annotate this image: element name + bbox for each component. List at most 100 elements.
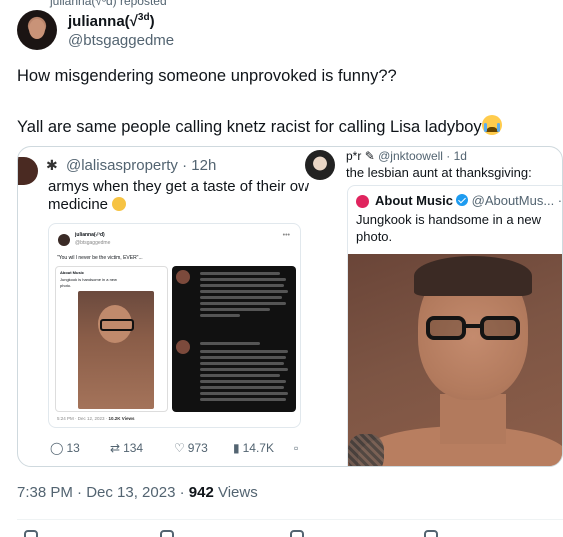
nested-dark-line xyxy=(200,308,270,311)
reply-icon[interactable] xyxy=(24,530,38,537)
nested-footer: 5:24 PM · Dec 12, 2023 · 10.2K Views xyxy=(57,416,134,421)
nested-dark-line xyxy=(200,290,288,293)
left-embed-text-line-2-content: medicine xyxy=(48,196,109,213)
nested-quoted-text-2: photo. xyxy=(60,283,72,288)
repost-icon: ⇄ xyxy=(110,441,121,455)
glasses-icon xyxy=(426,316,522,342)
quoted-author-name: About Music xyxy=(375,193,453,208)
photo-neck xyxy=(440,394,506,444)
repost-action: ⇄ 134 xyxy=(110,441,143,455)
divider xyxy=(17,519,563,520)
media-grid[interactable]: ✱ @lalisasproperty · 12h armys when they… xyxy=(17,146,563,467)
nested-dark-line xyxy=(200,386,284,389)
nested-footer-views: 10.2K Views xyxy=(108,416,135,421)
views-count: 14.7K xyxy=(242,441,274,455)
right-embed-handle: @jnktoowell · 1d xyxy=(378,149,467,163)
nested-quoted-title: About Music xyxy=(60,270,84,275)
tweet-metadata: 7:38 PM · Dec 13, 2023 · 942 Views xyxy=(17,484,258,501)
reply-count: 13 xyxy=(66,441,80,455)
tweet-text-line-2-content: Yall are same people calling knetz racis… xyxy=(17,118,482,136)
nested-dark-line xyxy=(200,350,288,353)
heart-icon[interactable] xyxy=(290,530,304,537)
nested-quoted-card: About Music Jungkook is handsome in a ne… xyxy=(55,266,168,412)
photo-hair xyxy=(414,256,532,296)
tweet-text-line-2: Yall are same people calling knetz racis… xyxy=(17,115,502,137)
author-name-text: julianna(√ xyxy=(68,13,138,30)
nested-dark-line xyxy=(200,314,240,317)
nested-dark-line xyxy=(200,284,284,287)
left-embed-avatar xyxy=(18,157,38,185)
right-embedded-image[interactable]: p*r ✎ @jnktoowell · 1d the lesbian aunt … xyxy=(304,147,563,466)
quoted-author: About Music @AboutMus... · 1d xyxy=(375,193,563,208)
reply-action: ◯ 13 xyxy=(50,441,80,455)
nested-dark-line xyxy=(200,368,288,371)
author-name[interactable]: julianna(√3d) xyxy=(68,12,155,30)
author-name-sup: 3d xyxy=(137,12,150,23)
tweet-views-count: 942 xyxy=(188,484,214,501)
nested-dark-line xyxy=(200,374,280,377)
nested-dark-line xyxy=(200,296,282,299)
nested-dark-line xyxy=(200,356,286,359)
left-embed-text-line-1: armys when they get a taste of their ow xyxy=(48,178,309,195)
face-emoji-icon xyxy=(112,197,127,211)
author-name-close: ) xyxy=(149,13,155,30)
nested-screenshot: julianna(√³d) @btsgaggedme ••• "You wil … xyxy=(48,223,301,428)
nested-dark-line xyxy=(200,362,284,365)
heart-icon: ♡ xyxy=(174,441,185,455)
nested-dark-reply-panel xyxy=(172,266,296,412)
nested-dark-line xyxy=(200,278,286,281)
share-icon: ▫ xyxy=(294,441,299,455)
tweet-text-line-1: How misgendering someone unprovoked is f… xyxy=(17,67,397,85)
nested-dark-line xyxy=(200,392,288,395)
right-embed-text: the lesbian aunt at thanksgiving: xyxy=(346,165,532,180)
nested-dark-line xyxy=(200,302,286,305)
more-icon: ••• xyxy=(282,232,290,239)
quoted-text-line-2: photo. xyxy=(356,229,393,244)
nested-handle: @btsgaggedme xyxy=(75,240,111,246)
nested-dark-avatar xyxy=(176,270,190,284)
left-embedded-image[interactable]: ✱ @lalisasproperty · 12h armys when they… xyxy=(18,147,309,466)
bar-chart-icon: ▮ xyxy=(233,441,240,455)
quoted-photo xyxy=(348,254,562,466)
nested-quoted-text-1: Jungkook is handsome in a new xyxy=(60,277,117,282)
nested-dark-line xyxy=(200,272,280,275)
nested-footer-time: 5:24 PM · Dec 12, 2023 · xyxy=(57,416,109,421)
nested-dark-line xyxy=(200,342,260,345)
photo-tattoo xyxy=(348,434,384,466)
nested-avatar xyxy=(58,234,70,246)
nested-quote: "You wil l never be the victim, EVER"... xyxy=(57,255,143,261)
verified-badge-icon xyxy=(456,194,468,206)
right-embed-prefix: p*r xyxy=(346,149,362,163)
tweet-views-label: Views xyxy=(213,484,258,501)
quoted-author-handle: @AboutMus... · 1d xyxy=(471,193,563,208)
left-embed-text-line-2: medicine xyxy=(48,196,127,213)
reply-icon: ◯ xyxy=(50,441,64,455)
quoted-text-line-1: Jungkook is handsome in a new xyxy=(356,212,542,227)
nested-quoted-text: Jungkook is handsome in a new photo. xyxy=(60,277,117,289)
nested-dark-line xyxy=(200,380,286,383)
nested-name: julianna(√³d) xyxy=(75,232,105,238)
right-embed-header: p*r ✎ @jnktoowell · 1d xyxy=(346,149,467,163)
author-handle[interactable]: @btsgaggedme xyxy=(68,32,174,49)
tweet-timestamp[interactable]: 7:38 PM · Dec 13, 2023 · xyxy=(17,484,189,501)
left-embed-handle: @lalisasproperty · 12h xyxy=(66,157,217,174)
repost-icon[interactable] xyxy=(160,530,174,537)
left-embed-actions: ◯ 13 ⇄ 134 ♡ 973 ▮ 14.7K ▫ xyxy=(48,441,302,457)
repost-indicator[interactable]: julianna(√³d) reposted xyxy=(50,0,167,8)
nested-quoted-photo xyxy=(78,291,154,409)
nested-dark-line xyxy=(200,398,286,401)
right-embed-avatar xyxy=(305,150,335,180)
views-action: ▮ 14.7K xyxy=(233,441,274,455)
author-avatar[interactable] xyxy=(17,10,57,50)
spider-icon: ✱ xyxy=(46,157,58,173)
about-music-avatar xyxy=(356,195,369,208)
like-action: ♡ 973 xyxy=(174,441,208,455)
right-embed-quoted-card: About Music @AboutMus... · 1d Jungkook i… xyxy=(347,185,563,466)
share-action: ▫ xyxy=(294,441,298,455)
bookmark-icon[interactable] xyxy=(424,530,438,537)
repost-count: 134 xyxy=(123,441,144,455)
pencil-icon: ✎ xyxy=(364,149,375,163)
like-count: 973 xyxy=(187,441,208,455)
nested-dark-avatar xyxy=(176,340,190,354)
crying-face-emoji-icon xyxy=(481,115,502,135)
